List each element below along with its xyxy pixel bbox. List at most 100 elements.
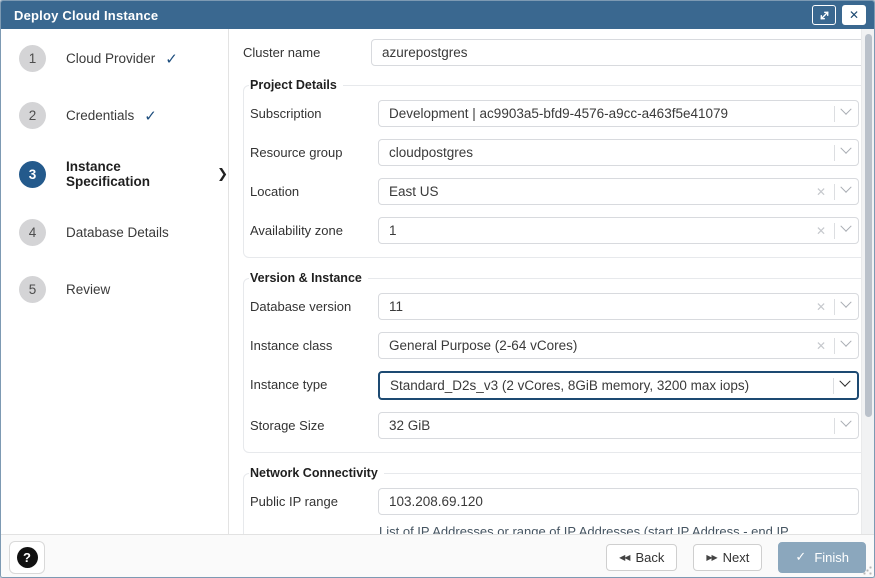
sidebar-step-review[interactable]: 5 Review bbox=[19, 276, 228, 303]
selected-value: East US bbox=[389, 184, 814, 199]
instance-type-select[interactable]: Standard_D2s_v3 (2 vCores, 8GiB memory, … bbox=[378, 371, 859, 400]
resize-grip-icon[interactable] bbox=[863, 566, 872, 575]
clear-icon[interactable]: ✕ bbox=[814, 301, 828, 313]
help-icon: ? bbox=[17, 547, 38, 568]
selected-value: General Purpose (2-64 vCores) bbox=[389, 338, 814, 353]
resource-group-label: Resource group bbox=[250, 139, 378, 160]
check-icon: ✓ bbox=[144, 107, 157, 125]
chevron-down-icon[interactable] bbox=[840, 221, 851, 232]
location-select[interactable]: East US✕ bbox=[378, 178, 859, 205]
maximize-button[interactable] bbox=[812, 5, 836, 25]
select-divider bbox=[834, 338, 835, 354]
step-label: Database Details bbox=[66, 225, 169, 240]
storage-size-select[interactable]: 32 GiB bbox=[378, 412, 859, 439]
chevron-down-icon[interactable] bbox=[840, 104, 851, 115]
instance-class-label: Instance class bbox=[250, 332, 378, 353]
close-button[interactable]: ✕ bbox=[842, 5, 866, 25]
select-divider bbox=[833, 378, 834, 394]
section-project-details: Project Details Subscription Development |… bbox=[243, 78, 868, 258]
dialog-body: 1 Cloud Provider ✓ 2 Credentials ✓ 3Instance S… bbox=[1, 29, 874, 534]
subscription-label: Subscription bbox=[250, 100, 378, 121]
sidebar-step-instance-specification[interactable]: 3Instance Specification❯ bbox=[19, 159, 228, 189]
step-number-badge: 3 bbox=[19, 161, 46, 188]
clear-icon[interactable]: ✕ bbox=[814, 225, 828, 237]
database-version-select[interactable]: 11✕ bbox=[378, 293, 859, 320]
step-number-badge: 5 bbox=[19, 276, 46, 303]
location-label: Location bbox=[250, 178, 378, 199]
section-legend: Project Details bbox=[249, 78, 343, 92]
chevron-right-icon: ❯ bbox=[217, 166, 228, 182]
form-sections: Project Details Subscription Development |… bbox=[243, 78, 868, 534]
storage-size-row: Storage Size32 GiB bbox=[250, 412, 859, 439]
selected-value: Development | ac9903a5-bfd9-4576-a9cc-a4… bbox=[389, 106, 828, 121]
select-divider bbox=[834, 106, 835, 122]
database-version-row: Database version11✕ bbox=[250, 293, 859, 320]
wizard-steps: 1 Cloud Provider ✓ 2 Credentials ✓ 3Instance S… bbox=[1, 29, 229, 534]
expand-arrows-icon bbox=[819, 10, 830, 21]
location-row: LocationEast US✕ bbox=[250, 178, 859, 205]
selected-value: 11 bbox=[389, 299, 814, 314]
subscription-select[interactable]: Development | ac9903a5-bfd9-4576-a9cc-a4… bbox=[378, 100, 859, 127]
check-icon: ✓ bbox=[165, 50, 178, 68]
section-version-instance: Version & Instance Database version11✕ Ins… bbox=[243, 271, 868, 453]
scrollbar-thumb[interactable] bbox=[865, 34, 872, 417]
chevron-down-icon[interactable] bbox=[840, 416, 851, 427]
finish-button[interactable]: ✓ Finish bbox=[778, 542, 866, 573]
selected-value: cloudpostgres bbox=[389, 145, 828, 160]
instance-class-select[interactable]: General Purpose (2-64 vCores)✕ bbox=[378, 332, 859, 359]
sidebar-step-credentials[interactable]: 2 Credentials ✓ bbox=[19, 102, 228, 129]
step-label: Cloud Provider bbox=[66, 51, 155, 66]
step-label: Credentials bbox=[66, 108, 134, 123]
public-ip-range-row: Public IP range List of IP Addresses or r… bbox=[250, 488, 859, 534]
public-ip-range-input[interactable] bbox=[378, 488, 859, 515]
cluster-name-row: Cluster name bbox=[243, 39, 868, 66]
storage-size-label: Storage Size bbox=[250, 412, 378, 433]
availability-zone-label: Availability zone bbox=[250, 217, 378, 238]
next-button[interactable]: ▶▶ Next bbox=[693, 544, 762, 571]
step-number-badge: 4 bbox=[19, 219, 46, 246]
chevron-down-icon[interactable] bbox=[840, 143, 851, 154]
check-icon: ✓ bbox=[795, 549, 806, 565]
select-divider bbox=[834, 223, 835, 239]
close-icon: ✕ bbox=[849, 9, 859, 21]
public-ip-range-label: Public IP range bbox=[250, 488, 378, 509]
vertical-scrollbar[interactable] bbox=[861, 29, 874, 534]
resource-group-select[interactable]: cloudpostgres bbox=[378, 139, 859, 166]
dialog-titlebar[interactable]: Deploy Cloud Instance ✕ bbox=[1, 1, 874, 29]
double-left-arrow-icon: ◀◀ bbox=[619, 553, 629, 562]
chevron-down-icon[interactable] bbox=[840, 297, 851, 308]
chevron-down-icon[interactable] bbox=[840, 336, 851, 347]
back-button-label: Back bbox=[635, 550, 664, 565]
double-right-arrow-icon: ▶▶ bbox=[706, 553, 716, 562]
sidebar-step-cloud-provider[interactable]: 1 Cloud Provider ✓ bbox=[19, 45, 228, 72]
finish-button-label: Finish bbox=[814, 550, 849, 565]
selected-value: Standard_D2s_v3 (2 vCores, 8GiB memory, … bbox=[390, 378, 827, 393]
availability-zone-select[interactable]: 1✕ bbox=[378, 217, 859, 244]
step-number-badge: 2 bbox=[19, 102, 46, 129]
next-button-label: Next bbox=[723, 550, 750, 565]
field-help-text: List of IP Addresses or range of IP Addr… bbox=[378, 523, 859, 534]
step-label: Review bbox=[66, 282, 110, 297]
chevron-down-icon[interactable] bbox=[839, 376, 850, 387]
resource-group-row: Resource group cloudpostgres bbox=[250, 139, 859, 166]
step-number-badge: 1 bbox=[19, 45, 46, 72]
cluster-name-input[interactable] bbox=[371, 39, 868, 66]
select-divider bbox=[834, 184, 835, 200]
select-divider bbox=[834, 145, 835, 161]
help-button[interactable]: ? bbox=[9, 541, 45, 574]
clear-icon[interactable]: ✕ bbox=[814, 340, 828, 352]
cluster-name-label: Cluster name bbox=[243, 39, 371, 60]
instance-type-row: Instance type Standard_D2s_v3 (2 vCores, … bbox=[250, 371, 859, 400]
availability-zone-row: Availability zone1✕ bbox=[250, 217, 859, 244]
sidebar-step-database-details[interactable]: 4 Database Details bbox=[19, 219, 228, 246]
clear-icon[interactable]: ✕ bbox=[814, 186, 828, 198]
chevron-down-icon[interactable] bbox=[840, 182, 851, 193]
section-legend: Version & Instance bbox=[249, 271, 368, 285]
back-button[interactable]: ◀◀ Back bbox=[606, 544, 677, 571]
instance-type-label: Instance type bbox=[250, 371, 378, 392]
section-network-connectivity: Network ConnectivityPublic IP rangeList … bbox=[243, 466, 868, 534]
form-area: Cluster name Project Details Subscription… bbox=[229, 29, 874, 534]
subscription-row: Subscription Development | ac9903a5-bfd9-… bbox=[250, 100, 859, 127]
deploy-cloud-instance-dialog: Deploy Cloud Instance ✕ 1 Cloud Provider ✓… bbox=[0, 0, 875, 578]
instance-class-row: Instance classGeneral Purpose (2-64 vCor… bbox=[250, 332, 859, 359]
